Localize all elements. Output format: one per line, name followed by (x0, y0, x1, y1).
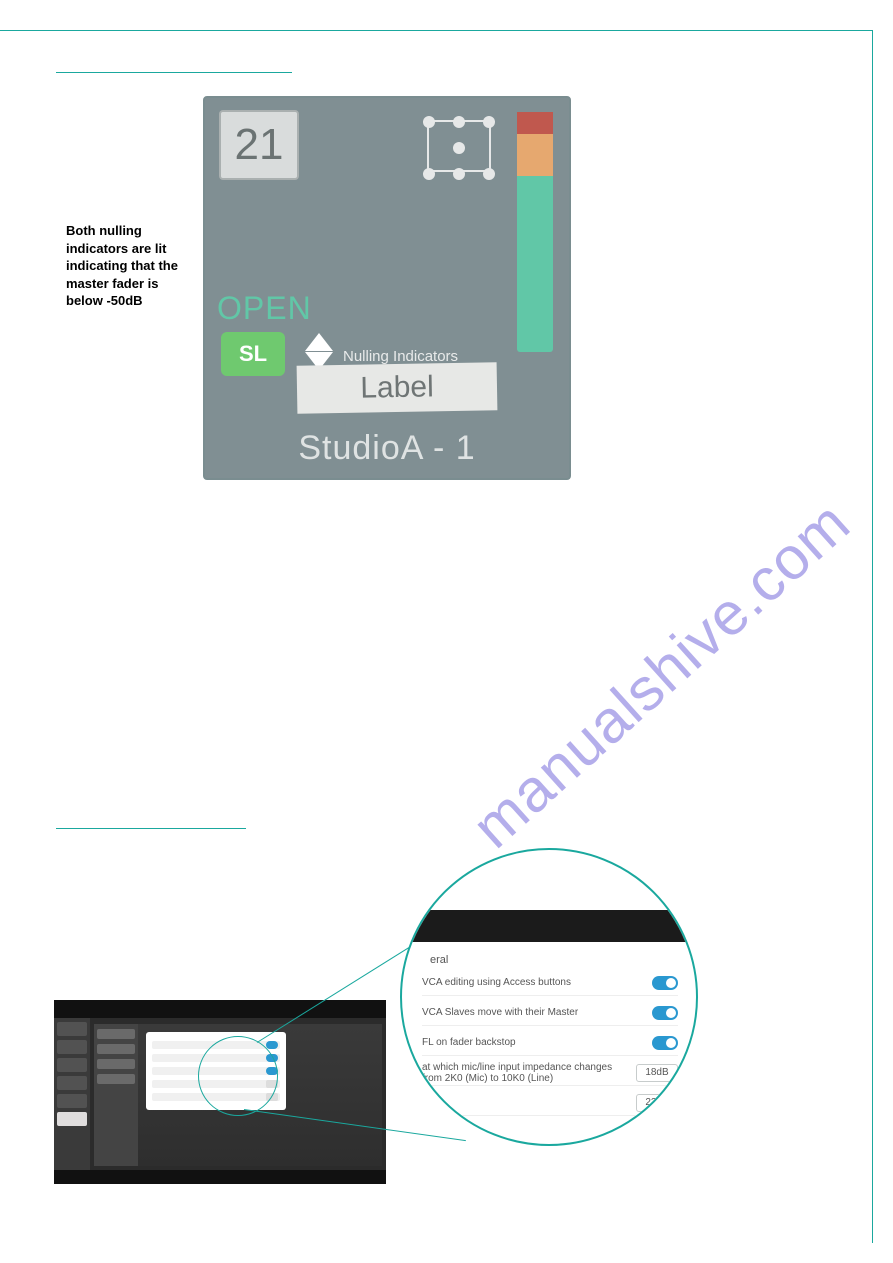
left-nav (54, 1018, 90, 1170)
toggle-switch[interactable] (652, 1036, 678, 1050)
sl-badge: SL (221, 332, 285, 376)
toggle-switch[interactable] (652, 976, 678, 990)
level-meter-icon (517, 112, 553, 352)
setting-label: VCA editing using Access buttons (422, 977, 571, 988)
channel-source: StudioA - 1 (205, 429, 569, 468)
gate-status: OPEN (217, 290, 312, 327)
section-heading: eral (430, 954, 448, 966)
setting-label: oom (422, 1097, 441, 1108)
callout-source-circle (198, 1036, 278, 1116)
channel-tile-figure: 21 OPEN SL Nulling Indicators Label Stud… (203, 96, 571, 480)
figure-caption: Both nulling indicators are lit indicati… (66, 222, 186, 310)
value-box[interactable]: 22dB (636, 1094, 678, 1112)
settings-screenshot (54, 1000, 386, 1184)
setting-label: VCA Slaves move with their Master (422, 1007, 578, 1018)
setting-label: at which mic/line input impedance change… (422, 1062, 628, 1084)
channel-number: 21 (219, 110, 299, 180)
settings-callout: eral VCA editing using Access buttons VC… (400, 848, 698, 1146)
value-box[interactable]: 18dB (636, 1064, 678, 1082)
path-dots-icon (423, 116, 495, 178)
section-rule-mid (56, 828, 246, 829)
channel-label: Label (297, 362, 498, 413)
toggle-switch[interactable] (652, 1006, 678, 1020)
section-rule-top (56, 72, 292, 73)
setting-label: FL on fader backstop (422, 1037, 516, 1048)
